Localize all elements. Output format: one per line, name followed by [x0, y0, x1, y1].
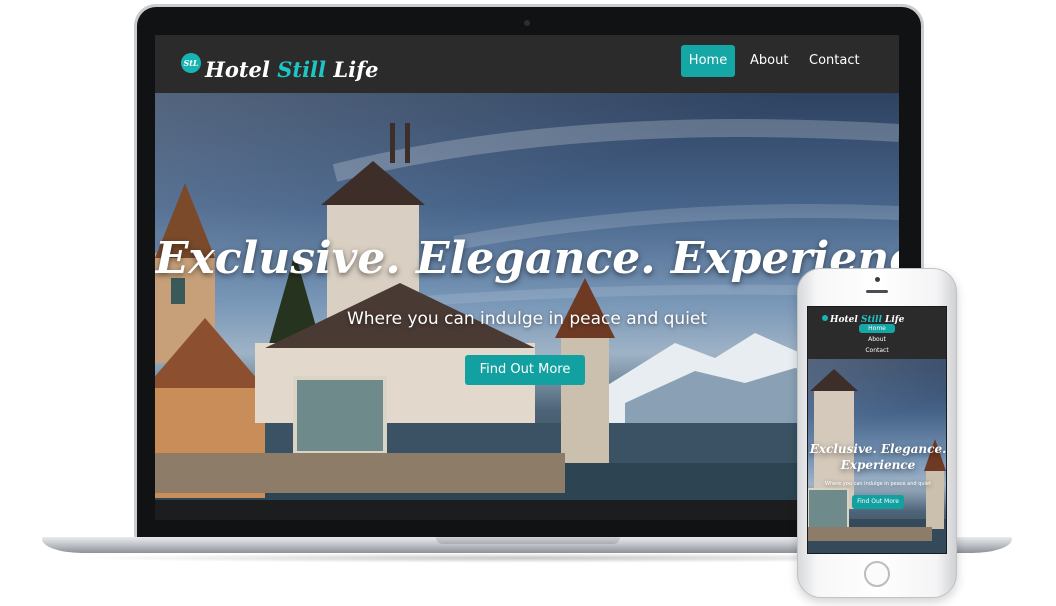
nav-contact[interactable]: Contact: [809, 45, 860, 77]
mobile-nav-home[interactable]: Home: [859, 324, 895, 333]
mobile-hero-title: Exclusive. Elegance. Experience: [808, 441, 947, 473]
mobile-hero: Exclusive. Elegance. Experience Where yo…: [808, 359, 947, 553]
mobile-navbar: Hotel Still Life Home About Contact: [808, 307, 946, 359]
mobile-hero-subtitle: Where you can indulge in peace and quiet: [825, 481, 931, 487]
find-out-more-button[interactable]: Find Out More: [465, 355, 585, 385]
hero-title: Exclusive. Elegance. Experience: [155, 233, 899, 284]
desktop-hero: Exclusive. Elegance. Experience Where yo…: [155, 93, 899, 500]
desktop-navbar: StL Hotel Still Life Home About Contact: [155, 35, 899, 93]
laptop-camera-icon: [524, 20, 530, 26]
hero-castle-illustration: [155, 119, 899, 500]
phone-home-button-icon[interactable]: [864, 561, 890, 587]
laptop-opening-notch: [436, 537, 620, 544]
desktop-brand-logo[interactable]: StL Hotel Still Life: [181, 43, 378, 82]
laptop-screen: StL Hotel Still Life Home About Contact: [155, 35, 899, 500]
nav-home[interactable]: Home: [681, 45, 735, 77]
brand-name: Hotel Still Life: [205, 57, 379, 82]
phone-speaker: [866, 290, 888, 293]
nav-about[interactable]: About: [750, 45, 788, 77]
laptop-bezel-bottom: [155, 500, 899, 520]
brand-badge-icon: StL: [181, 52, 201, 73]
phone-screen: Hotel Still Life Home About Contact Excl…: [807, 306, 947, 554]
mobile-hero-title-line2: Experience: [840, 458, 916, 472]
hero-subtitle: Where you can indulge in peace and quiet: [346, 309, 708, 329]
mobile-find-out-more-button[interactable]: Find Out More: [852, 495, 904, 509]
mobile-hero-title-line1: Exclusive. Elegance.: [809, 442, 947, 456]
phone-camera-icon: [875, 277, 880, 282]
mobile-nav-contact[interactable]: Contact: [808, 347, 946, 354]
mobile-brand-logo[interactable]: Hotel Still Life: [822, 310, 904, 325]
mobile-brand-badge-icon: [822, 314, 828, 321]
mobile-nav-about[interactable]: About: [808, 336, 946, 343]
